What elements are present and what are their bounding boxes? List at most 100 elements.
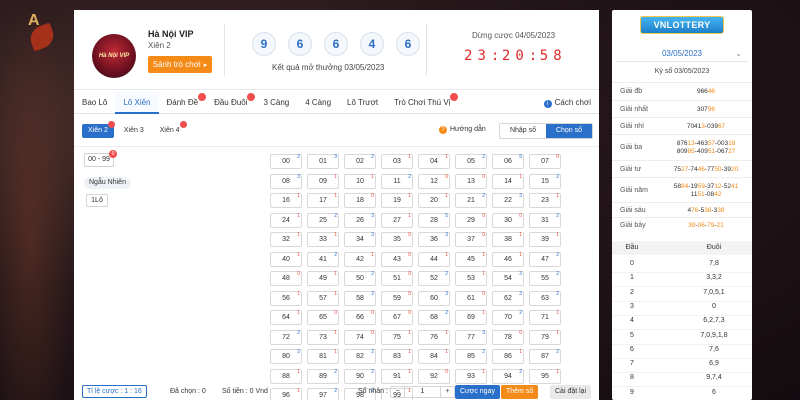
number-cell[interactable]: 66 0	[344, 310, 376, 325]
tab-item[interactable]: Lô Xiên	[115, 92, 159, 114]
tab-item[interactable]: Đầu Đuôi	[206, 92, 256, 114]
subtab-item[interactable]: Xiên 3	[118, 124, 150, 138]
number-cell[interactable]: 52 2	[418, 271, 450, 286]
tab-item[interactable]: Đánh Đề	[159, 92, 207, 114]
number-cell[interactable]: 37 0	[455, 232, 487, 247]
multiplier-input[interactable]: 1	[405, 387, 440, 397]
number-cell[interactable]: 82 2	[344, 349, 376, 364]
number-cell[interactable]: 26 3	[344, 212, 376, 228]
number-cell[interactable]: 49 1	[307, 271, 339, 286]
number-cell[interactable]: 23 1	[529, 193, 561, 208]
number-cell[interactable]: 53 1	[455, 271, 487, 286]
number-cell[interactable]: 09 1	[307, 173, 339, 189]
number-cell[interactable]: 83 1	[381, 349, 413, 364]
number-cell[interactable]: 93 1	[455, 368, 487, 384]
input-mode-option[interactable]: Chọn số nhanh	[546, 124, 592, 148]
number-cell[interactable]: 44 1	[418, 251, 450, 267]
number-cell[interactable]: 02 2	[344, 154, 376, 169]
how-to-play-link[interactable]: i Cách chơi	[543, 98, 591, 108]
number-cell[interactable]: 50 2	[344, 271, 376, 286]
number-cell[interactable]: 70 2	[492, 310, 524, 325]
number-cell[interactable]: 87 2	[529, 349, 561, 364]
lobby-button[interactable]: Sảnh trò chơi ▸	[148, 56, 212, 73]
number-cell[interactable]: 00 2	[270, 154, 302, 169]
number-cell[interactable]: 79 1	[529, 329, 561, 345]
number-cell[interactable]: 48 0	[270, 271, 302, 286]
number-cell[interactable]: 31 2	[529, 212, 561, 228]
number-cell[interactable]: 01 3	[307, 154, 339, 169]
number-cell[interactable]: 86 1	[492, 349, 524, 364]
number-cell[interactable]: 85 2	[455, 349, 487, 364]
number-cell[interactable]: 63 2	[529, 290, 561, 306]
number-cell[interactable]: 55 2	[529, 271, 561, 286]
number-cell[interactable]: 04 1	[418, 154, 450, 169]
bet-now-button[interactable]: Cược ngay	[455, 385, 500, 399]
number-cell[interactable]: 32 1	[270, 232, 302, 247]
number-cell[interactable]: 05 2	[455, 154, 487, 169]
number-cell[interactable]: 36 3	[418, 232, 450, 247]
tab-item[interactable]: Trò Chơi Thú Vị	[386, 92, 459, 114]
add-number-button[interactable]: Thêm số	[501, 385, 539, 399]
number-cell[interactable]: 07 0	[529, 154, 561, 169]
number-cell[interactable]: 10 1	[344, 173, 376, 189]
number-cell[interactable]: 41 2	[307, 251, 339, 267]
number-cell[interactable]: 29 0	[455, 212, 487, 228]
reset-button[interactable]: Cài đặt lại	[550, 385, 592, 399]
number-cell[interactable]: 72 2	[270, 329, 302, 345]
number-cell[interactable]: 12 0	[418, 173, 450, 189]
number-cell[interactable]: 94 2	[492, 368, 524, 384]
number-cell[interactable]: 69 1	[455, 310, 487, 325]
number-cell[interactable]: 16 1	[270, 193, 302, 208]
number-cell[interactable]: 57 1	[307, 290, 339, 306]
plus-button[interactable]: +	[440, 387, 454, 397]
number-cell[interactable]: 18 0	[344, 193, 376, 208]
subtab-item[interactable]: Xiên 4	[154, 121, 187, 138]
number-cell[interactable]: 88 1	[270, 368, 302, 384]
number-cell[interactable]: 15 2	[529, 173, 561, 189]
number-cell[interactable]: 76 1	[418, 329, 450, 345]
number-cell[interactable]: 30 0	[492, 212, 524, 228]
number-cell[interactable]: 62 2	[492, 290, 524, 306]
number-cell[interactable]: 80 2	[270, 349, 302, 364]
number-cell[interactable]: 27 1	[381, 212, 413, 228]
range-button[interactable]: 00 - 99 0	[84, 150, 117, 167]
number-cell[interactable]: 84 1	[418, 349, 450, 364]
number-cell[interactable]: 95 1	[529, 368, 561, 384]
number-cell[interactable]: 13 0	[455, 173, 487, 189]
number-cell[interactable]: 43 0	[381, 251, 413, 267]
number-cell[interactable]: 25 2	[307, 212, 339, 228]
number-cell[interactable]: 39 1	[529, 232, 561, 247]
number-cell[interactable]: 56 1	[270, 290, 302, 306]
number-cell[interactable]: 74 0	[344, 329, 376, 345]
number-cell[interactable]: 91 1	[381, 368, 413, 384]
number-cell[interactable]: 65 0	[307, 310, 339, 325]
number-cell[interactable]: 59 0	[381, 290, 413, 306]
number-cell[interactable]: 42 1	[344, 251, 376, 267]
number-cell[interactable]: 60 3	[418, 290, 450, 306]
tab-item[interactable]: Bao Lô	[74, 92, 115, 114]
number-cell[interactable]: 38 1	[492, 232, 524, 247]
number-cell[interactable]: 46 1	[492, 251, 524, 267]
number-cell[interactable]: 47 2	[529, 251, 561, 267]
number-cell[interactable]: 06 5	[492, 154, 524, 169]
number-cell[interactable]: 14 1	[492, 173, 524, 189]
number-cell[interactable]: 03 1	[381, 154, 413, 169]
number-cell[interactable]: 68 2	[418, 310, 450, 325]
number-cell[interactable]: 54 3	[492, 271, 524, 286]
number-cell[interactable]: 73 1	[307, 329, 339, 345]
tab-item[interactable]: 3 Càng	[255, 92, 297, 114]
number-cell[interactable]: 35 0	[381, 232, 413, 247]
random-one-lo-button[interactable]: 1Lô	[86, 194, 108, 207]
number-cell[interactable]: 20 1	[418, 193, 450, 208]
input-mode-option[interactable]: Nhập số	[500, 124, 546, 138]
date-select[interactable]: 03/05/2023 ⌄	[616, 46, 748, 62]
number-cell[interactable]: 08 3	[270, 173, 302, 189]
number-cell[interactable]: 67 0	[381, 310, 413, 325]
number-cell[interactable]: 61 0	[455, 290, 487, 306]
number-cell[interactable]: 89 2	[307, 368, 339, 384]
number-cell[interactable]: 19 1	[381, 193, 413, 208]
number-cell[interactable]: 75 1	[381, 329, 413, 345]
minus-button[interactable]: −	[391, 387, 405, 397]
number-cell[interactable]: 24 1	[270, 212, 302, 228]
number-cell[interactable]: 90 2	[344, 368, 376, 384]
